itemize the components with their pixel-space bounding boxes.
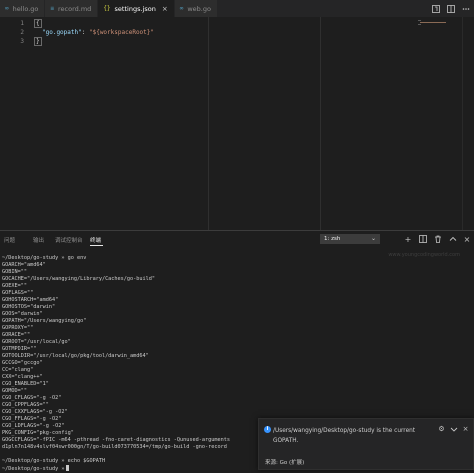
line-number: 2 (20, 29, 24, 36)
code-line-1: { (34, 19, 42, 28)
tab-terminal[interactable]: 终端 (90, 236, 101, 244)
terminal-line: CGO_CXXFLAGS="-g -O2" (2, 409, 68, 415)
more-actions-icon[interactable] (461, 4, 470, 13)
go-file-icon: ∞ (5, 5, 9, 12)
code-line-2: "go.gopath": "${workspaceRoot}" (42, 29, 154, 36)
terminal-line: GOROOT="/usr/local/go" (2, 339, 71, 345)
terminal-line: GCCGO="gccgo" (2, 360, 43, 366)
tab-record-md[interactable]: ≡ record.md (45, 0, 99, 17)
terminal-line: GOPATH="/Users/wangying/go" (2, 318, 87, 324)
tab-problems[interactable]: 问题 (4, 236, 15, 244)
notification-message: /Users/wangying/Desktop/go-study is the … (273, 428, 416, 444)
terminal-line: GOFLAGS="" (2, 290, 34, 296)
split-terminal-icon[interactable] (418, 234, 428, 244)
code-line-3: } (34, 37, 42, 46)
code-editor[interactable]: 1 2 3 { "go.gopath": "${workspaceRoot}" … (0, 17, 474, 230)
close-panel-icon[interactable]: × (462, 234, 472, 244)
terminal-selector[interactable]: 1: zsh ⌄ (320, 234, 380, 244)
gear-icon[interactable]: ⚙ (437, 424, 446, 433)
terminal-line: GOBIN="" (2, 269, 27, 275)
notification-toast: i /Users/wangying/Desktop/go-study is th… (258, 418, 474, 470)
terminal-line: GOPROXY="" (2, 325, 34, 331)
tab-settings-json[interactable]: {} settings.json × (98, 0, 175, 17)
panel-header: 问题 输出 调试控制台 终端 1: zsh ⌄ + × (0, 231, 474, 248)
tab-label: hello.go (12, 4, 39, 13)
notification-source: 来源: Go (扩展) (265, 460, 305, 466)
editor-tab-bar: ∞ hello.go ≡ record.md {} settings.json … (0, 0, 474, 17)
editor-actions (431, 0, 470, 17)
terminal-line: CGO_ENABLED="1" (2, 381, 49, 387)
line-number: 1 (20, 20, 24, 27)
prompt-text: ~/Desktop/go-study » (2, 466, 65, 472)
terminal-line: GOARCH="amd64" (2, 262, 46, 268)
line-number: 3 (20, 38, 24, 45)
json-colon: : (81, 29, 89, 36)
terminal-line: ~/Desktop/go-study » go env (2, 255, 87, 261)
close-icon[interactable]: × (162, 5, 168, 13)
json-file-icon: {} (103, 5, 111, 12)
editor-ruler (208, 17, 209, 230)
terminal-line: GOTMPDIR="" (2, 346, 37, 352)
active-tab-indicator (90, 245, 103, 246)
terminal-line: CXX="clang++" (2, 374, 43, 380)
terminal-prompt: ~/Desktop/go-study » (2, 465, 70, 472)
terminal-selector-value: 1: zsh (324, 236, 341, 242)
tab-label: settings.json (114, 4, 156, 13)
terminal-line: GOHOSTOS="darwin" (2, 304, 56, 310)
editor-ruler (320, 17, 321, 230)
terminal-line: CGO_FFLAGS="-g -O2" (2, 416, 62, 422)
tab-web-go[interactable]: ∞ web.go (174, 0, 218, 17)
terminal-line: GOTOOLDIR="/usr/local/go/pkg/tool/darwin… (2, 353, 149, 359)
json-key: "go.gopath" (42, 29, 82, 36)
terminal-line: GOCACHE="/Users/wangying/Library/Caches/… (2, 276, 156, 282)
tab-hello-go[interactable]: ∞ hello.go (0, 0, 46, 17)
terminal-line: GOHOSTARCH="amd64" (2, 297, 59, 303)
terminal-line: GOGCCFLAGS="-fPIC -m64 -pthread -fno-car… (2, 437, 230, 443)
terminal-line: d1pln7n148v4slvf04swr000gn/T/go-build073… (2, 444, 227, 450)
info-icon: i (264, 426, 271, 433)
go-file-icon: ∞ (179, 5, 184, 12)
tab-debug-console[interactable]: 调试控制台 (55, 236, 83, 244)
minimap[interactable] (416, 17, 462, 230)
terminal-line: CC="clang" (2, 367, 34, 373)
open-brace: { (34, 19, 42, 28)
terminal-line: GORACE="" (2, 332, 31, 338)
chevron-down-icon: ⌄ (370, 235, 376, 242)
close-brace: } (34, 37, 42, 46)
terminal-line: CGO_LDFLAGS="-g -O2" (2, 423, 65, 429)
terminal-line: GOMOD="" (2, 388, 27, 394)
split-editor-icon[interactable] (446, 4, 455, 13)
terminal-cursor (66, 465, 70, 471)
open-changes-icon[interactable] (431, 4, 440, 13)
terminal-line: CGO_CPPFLAGS="" (2, 402, 49, 408)
terminal-line: GOEXE="" (2, 283, 27, 289)
tab-label: record.md (58, 4, 92, 13)
trash-icon[interactable] (433, 234, 443, 244)
terminal-line: ~/Desktop/go-study » echo $GOPATH (2, 458, 106, 464)
markdown-file-icon: ≡ (50, 5, 55, 12)
line-number-gutter: 1 2 3 (0, 17, 30, 230)
new-terminal-icon[interactable]: + (403, 234, 413, 244)
terminal-line: CGO_CFLAGS="-g -O2" (2, 395, 62, 401)
editor-scrollbar[interactable] (462, 17, 474, 230)
tab-label: web.go (187, 4, 211, 13)
collapse-icon[interactable] (449, 424, 458, 433)
tab-output[interactable]: 输出 (33, 236, 44, 244)
maximize-panel-icon[interactable] (448, 234, 458, 244)
close-notification-icon[interactable]: × (461, 424, 470, 433)
terminal-line: GOOS="darwin" (2, 311, 43, 317)
terminal-line: PKG_CONFIG="pkg-config" (2, 430, 74, 436)
json-value: "${workspaceRoot}" (88, 29, 155, 36)
